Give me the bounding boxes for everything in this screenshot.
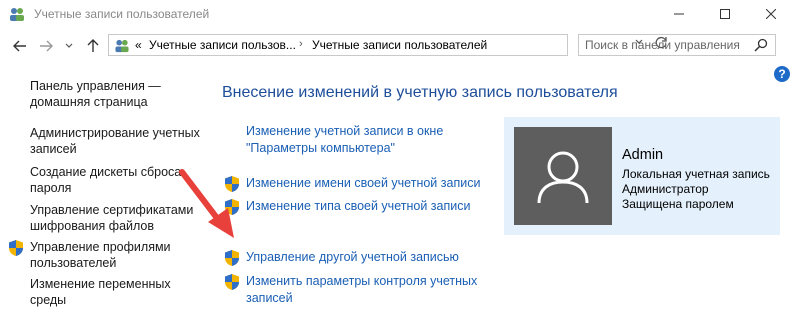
task-link-uac-settings[interactable]: Изменить параметры контроля учетных запи… <box>246 273 486 307</box>
navigation-bar: « Учетные записи пользов... › Учетные за… <box>0 32 794 60</box>
avatar <box>514 127 612 225</box>
sidebar-item-manage-accounts[interactable]: Администрирование учетных записей <box>30 125 205 157</box>
breadcrumb-user-accounts-parent[interactable]: Учетные записи пользов... <box>149 38 296 52</box>
close-icon <box>766 9 776 19</box>
sidebar-item-user-profiles[interactable]: Управление профилями пользователей <box>30 239 205 271</box>
minimize-icon <box>674 13 684 15</box>
annotation-arrow-icon <box>179 169 234 238</box>
breadcrumb-overflow[interactable]: « <box>135 38 142 52</box>
window-title: Учетные записи пользователей <box>34 7 210 21</box>
user-icon <box>537 151 589 204</box>
forward-button[interactable] <box>36 35 56 57</box>
back-button[interactable] <box>10 35 30 57</box>
task-link-change-name[interactable]: Изменение имени своей учетной записи <box>246 175 496 192</box>
up-button[interactable] <box>84 35 102 57</box>
account-type: Локальная учетная запись <box>622 167 770 181</box>
task-link-change-type[interactable]: Изменение типа своей учетной записи <box>246 198 496 215</box>
search-box[interactable] <box>578 34 776 56</box>
recent-locations-button[interactable] <box>62 35 76 57</box>
help-button[interactable]: ? <box>774 66 790 82</box>
uac-shield-icon <box>225 274 239 290</box>
account-role: Администратор <box>622 182 709 196</box>
close-button[interactable] <box>748 0 794 28</box>
back-arrow-icon <box>13 40 26 52</box>
chevron-down-icon <box>65 43 73 48</box>
uac-shield-icon <box>225 250 239 266</box>
user-accounts-icon <box>10 8 24 21</box>
sidebar-item-control-panel-home[interactable]: Панель управления — домашняя страница <box>30 78 205 110</box>
sidebar-item-environment-variables[interactable]: Изменение переменных среды <box>30 276 205 308</box>
minimize-button[interactable] <box>656 0 702 28</box>
title-bar: Учетные записи пользователей <box>0 0 794 28</box>
account-protection: Защищена паролем <box>622 197 734 211</box>
page-title: Внесение изменений в учетную запись поль… <box>222 84 618 101</box>
maximize-icon <box>720 9 730 19</box>
account-name: Admin <box>622 147 664 163</box>
up-arrow-icon <box>87 39 99 52</box>
breadcrumb-separator-icon[interactable]: › <box>299 38 303 50</box>
user-accounts-icon <box>115 39 129 53</box>
account-card: Admin Локальная учетная запись Администр… <box>504 117 780 235</box>
address-bar[interactable]: « Учетные записи пользов... › Учетные за… <box>108 34 667 56</box>
search-input[interactable] <box>585 37 745 53</box>
breadcrumb-user-accounts[interactable]: Учетные записи пользователей <box>312 38 487 52</box>
task-link-manage-another-account[interactable]: Управление другой учетной записью <box>246 249 496 266</box>
task-link-pc-settings[interactable]: Изменение учетной записи в окне "Парамет… <box>246 123 471 157</box>
uac-shield-icon <box>9 240 23 256</box>
maximize-button[interactable] <box>702 0 748 28</box>
forward-arrow-icon <box>40 40 53 52</box>
search-icon[interactable] <box>754 38 768 52</box>
